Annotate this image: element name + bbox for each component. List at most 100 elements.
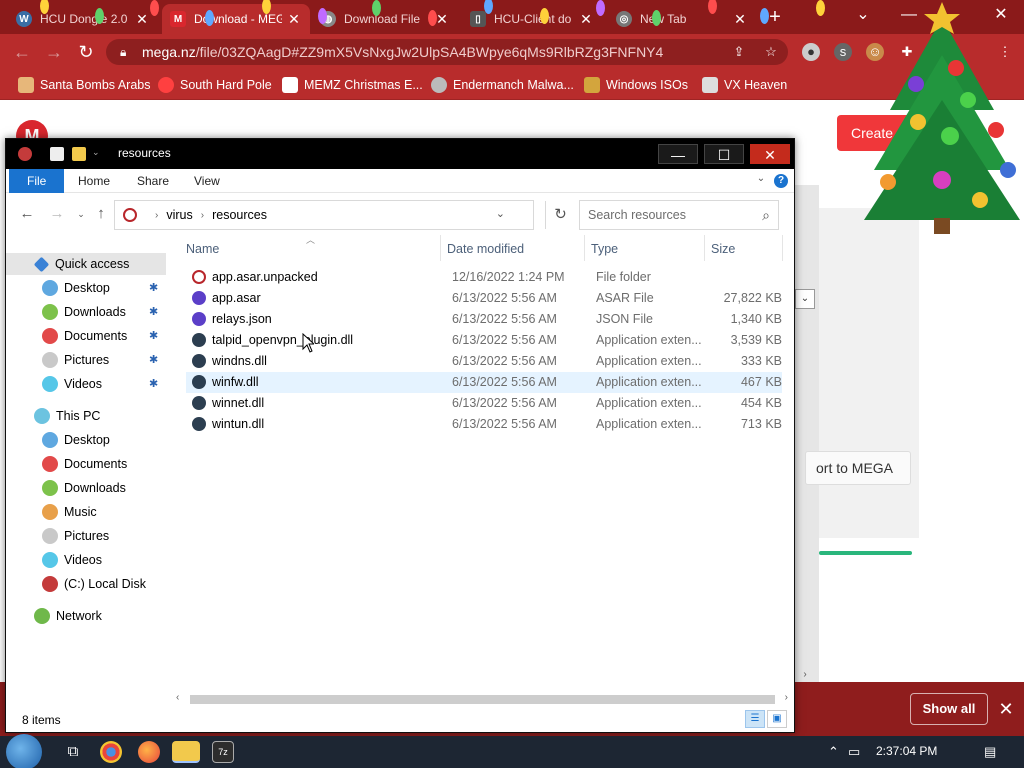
scroll-right-icon[interactable]: › (785, 692, 788, 703)
profile-icon[interactable]: ● (802, 43, 820, 61)
file-row[interactable]: app.asar 6/13/2022 5:56 AM ASAR File 27,… (186, 288, 782, 309)
chevron-down-icon[interactable]: ⌄ (795, 289, 815, 309)
start-button[interactable] (6, 734, 42, 768)
new-tab-button[interactable]: + (762, 6, 788, 28)
properties-icon[interactable] (50, 147, 64, 161)
tab-download-file[interactable]: ◍ Download File ✕ (312, 4, 458, 34)
sidebar-item-pc-documents[interactable]: Documents (6, 453, 166, 475)
address-bar[interactable]: 🔒︎ mega.nz/file/03ZQAagD#ZZ9mX5VsNxgJw2U… (106, 39, 788, 65)
search-input[interactable]: Search resources ⌕ (579, 200, 779, 230)
bookmark-item[interactable]: South Hard Pole (158, 76, 272, 94)
chevron-down-icon[interactable]: ⌄ (496, 207, 505, 220)
column-divider[interactable] (782, 235, 783, 261)
sidebar-item-desktop[interactable]: Desktop ✱ (6, 277, 166, 299)
tab-share[interactable]: Share (125, 169, 181, 193)
sidebar-item-pc-downloads[interactable]: Downloads (6, 477, 166, 499)
chevron-up-icon[interactable]: ⌃ (828, 744, 839, 760)
tab-title: New Tab (640, 12, 687, 26)
maximize-button[interactable]: ☐ (704, 144, 744, 164)
task-view-icon[interactable]: ⧉ (62, 741, 84, 763)
file-row[interactable]: wintun.dll 6/13/2022 5:56 AM Application… (186, 414, 782, 435)
file-row[interactable]: talpid_openvpn_plugin.dll 6/13/2022 5:56… (186, 330, 782, 351)
tab-mega-download[interactable]: M Download - MEGA ✕ (162, 4, 310, 34)
file-row[interactable]: relays.json 6/13/2022 5:56 AM JSON File … (186, 309, 782, 330)
show-all-button[interactable]: Show all (910, 693, 988, 725)
back-arrow-icon[interactable]: ← (18, 205, 36, 223)
chevron-down-icon[interactable]: ⌄ (92, 147, 102, 161)
notifications-icon[interactable]: ▤ (984, 744, 996, 760)
share-icon[interactable]: ⇪ (730, 43, 748, 61)
sidebar-item-pc-desktop[interactable]: Desktop (6, 429, 166, 451)
new-folder-icon[interactable] (72, 147, 86, 161)
scroll-left-icon[interactable]: ‹ (176, 692, 179, 703)
sidebar-item-pc-videos[interactable]: Videos (6, 549, 166, 571)
column-date-modified[interactable]: Date modified (447, 242, 524, 256)
file-explorer-taskbar-icon[interactable] (172, 741, 200, 763)
column-divider[interactable] (704, 235, 705, 261)
extension-s-icon[interactable]: s (834, 43, 852, 61)
column-size[interactable]: Size (711, 242, 735, 256)
tab-hcu-client[interactable]: ▯ HCU-Client do ✕ (462, 4, 602, 34)
bookmark-item[interactable]: Endermanch Malwa... (431, 76, 574, 94)
sidebar-item-music[interactable]: Music (6, 501, 166, 523)
sidebar-item-local-disk[interactable]: (C:) Local Disk (6, 573, 166, 595)
system-clock[interactable]: 2:37:04 PM (876, 744, 937, 758)
close-icon[interactable]: ✕ (134, 11, 150, 28)
up-arrow-icon[interactable]: ↑ (92, 205, 110, 223)
forward-arrow-icon[interactable]: → (44, 42, 64, 62)
firefox-taskbar-icon[interactable] (138, 741, 160, 763)
minimize-button[interactable]: — (658, 144, 698, 164)
explorer-address-bar[interactable]: › virus › resources ⌄ ↻ (114, 200, 567, 230)
expand-ribbon-chevron-icon[interactable]: ⌄ (754, 173, 768, 187)
close-icon[interactable]: ✕ (578, 11, 594, 28)
tab-hcu-dongle[interactable]: W HCU Dongle 2.0 ✕ (8, 4, 158, 34)
close-button[interactable]: ✕ (750, 144, 790, 164)
column-type[interactable]: Type (591, 242, 618, 256)
column-name[interactable]: Name (186, 242, 219, 256)
file-row[interactable]: winnet.dll 6/13/2022 5:56 AM Application… (186, 393, 782, 414)
bookmark-item[interactable]: MEMZ Christmas E... (282, 76, 423, 94)
import-to-mega-button[interactable]: ort to MEGA (805, 451, 911, 485)
7zip-taskbar-icon[interactable]: 7z (212, 741, 234, 763)
sidebar-item-quick-access[interactable]: Quick access (6, 253, 166, 275)
tab-view[interactable]: View (182, 169, 232, 193)
details-view-icon[interactable]: ☰ (745, 710, 765, 728)
sidebar-item-documents[interactable]: Documents ✱ (6, 325, 166, 347)
sidebar-item-downloads[interactable]: Downloads ✱ (6, 301, 166, 323)
star-icon[interactable]: ☆ (762, 43, 780, 61)
tab-home[interactable]: Home (66, 169, 122, 193)
close-icon[interactable]: ✕ (286, 11, 302, 28)
file-row[interactable]: app.asar.unpacked 12/16/2022 1:24 PM Fil… (186, 267, 782, 288)
chrome-taskbar-icon[interactable] (100, 741, 122, 763)
bookmark-item[interactable]: Santa Bombs Arabs (18, 76, 150, 94)
forward-arrow-icon[interactable]: → (48, 205, 66, 223)
help-icon[interactable]: ? (774, 174, 788, 188)
breadcrumb-resources[interactable]: resources (212, 208, 267, 222)
reload-icon[interactable]: ↻ (76, 42, 96, 62)
sidebar-item-pc-pictures[interactable]: Pictures (6, 525, 166, 547)
back-arrow-icon[interactable]: ← (12, 42, 32, 62)
file-row[interactable]: winfw.dll 6/13/2022 5:56 AM Application … (186, 372, 782, 393)
tab-file[interactable]: File (9, 169, 64, 193)
sidebar-item-network[interactable]: Network (6, 605, 166, 627)
column-divider[interactable] (584, 235, 585, 261)
refresh-icon[interactable]: ↻ (545, 201, 575, 229)
network-tray-icon[interactable]: ▭ (848, 744, 860, 760)
bookmark-item[interactable]: Windows ISOs (584, 76, 688, 94)
sidebar-item-videos[interactable]: Videos ✱ (6, 373, 166, 395)
horizontal-scrollbar[interactable]: ‹ › (176, 692, 788, 706)
large-icons-view-icon[interactable]: ▣ (767, 710, 787, 728)
explorer-title-bar[interactable]: ⌄ resources — ☐ ✕ (6, 139, 794, 169)
scrollbar-thumb[interactable] (190, 695, 775, 704)
close-icon[interactable]: ✕ (996, 697, 1016, 721)
sidebar-item-pictures[interactable]: Pictures ✱ (6, 349, 166, 371)
close-icon[interactable]: ✕ (434, 11, 450, 28)
sidebar-item-this-pc[interactable]: This PC (6, 405, 166, 427)
column-divider[interactable] (440, 235, 441, 261)
breadcrumb-virus[interactable]: virus (166, 208, 192, 222)
tab-new-tab[interactable]: ◎ New Tab ✕ (608, 4, 756, 34)
bookmark-item[interactable]: VX Heaven (702, 76, 787, 94)
close-icon[interactable]: ✕ (732, 11, 748, 28)
recent-locations-chevron-icon[interactable]: ⌄ (72, 205, 90, 223)
file-row[interactable]: windns.dll 6/13/2022 5:56 AM Application… (186, 351, 782, 372)
